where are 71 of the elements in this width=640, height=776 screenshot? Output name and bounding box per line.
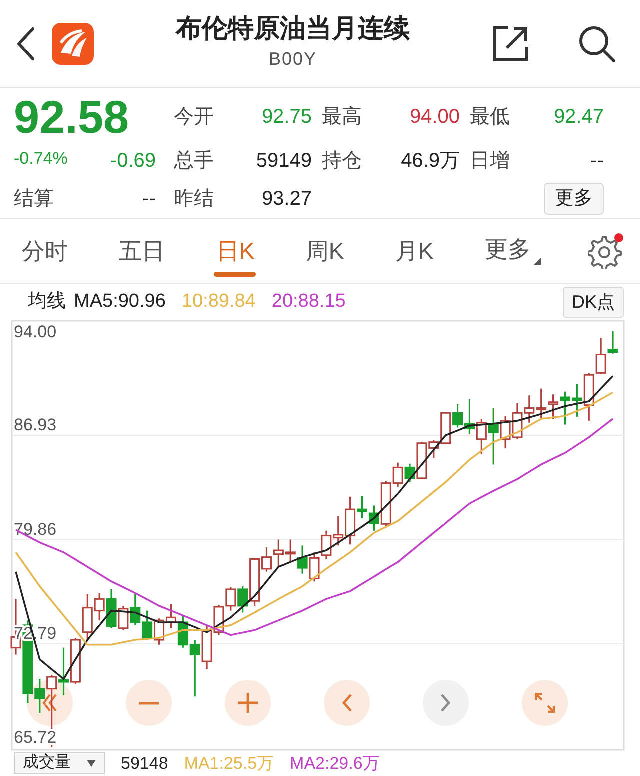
volume-value: 59148 — [121, 754, 168, 772]
candlestick — [226, 588, 236, 611]
settings-icon[interactable] — [588, 233, 624, 269]
search-icon[interactable] — [578, 24, 616, 62]
candlestick — [166, 604, 176, 628]
caret-icon — [87, 760, 96, 766]
indicator-select[interactable]: 成交量 — [14, 752, 105, 774]
chart-tab[interactable]: 周K — [302, 229, 348, 273]
volume-ma-value: MA1:25.5万 — [184, 754, 274, 772]
field-value: -- — [142, 187, 156, 212]
legend-value: 20:88.15 — [272, 290, 346, 314]
candlestick — [548, 394, 559, 420]
axis-label: 79.86 — [14, 520, 57, 539]
candlestick — [130, 593, 141, 626]
candlestick — [142, 610, 153, 640]
candlestick — [524, 396, 535, 423]
field-value: -- — [590, 149, 604, 174]
expand-icon — [535, 693, 555, 713]
dropdown-triangle-icon — [534, 258, 541, 264]
change-percent: -0.74% — [14, 148, 68, 170]
field-label: 结算 — [14, 187, 54, 212]
candlestick — [70, 638, 81, 684]
field-value: 92.75 — [260, 105, 312, 130]
field-value: 46.9万 — [400, 149, 460, 174]
field-label: 总手 — [173, 149, 215, 174]
field-value: 94.00 — [408, 105, 460, 130]
dk-point-button[interactable]: DK点 — [562, 286, 624, 318]
candlestick — [285, 540, 296, 562]
more-button[interactable]: 更多 — [544, 182, 604, 216]
zoom-in-button[interactable] — [225, 680, 271, 726]
field-value: 59149 — [255, 149, 312, 174]
field-label: 今开 — [173, 105, 215, 130]
page-title: 布伦特原油当月连续 — [176, 14, 410, 42]
candlestick — [560, 392, 570, 425]
plus-icon — [238, 693, 258, 713]
candlestick — [536, 388, 547, 420]
previous-button[interactable] — [324, 680, 370, 726]
app-logo-icon — [52, 22, 94, 64]
chart-tab[interactable]: 五日 — [115, 229, 170, 273]
double-chevron-left-icon — [42, 694, 58, 712]
candlestick — [309, 552, 320, 582]
chart-tab[interactable]: 月K — [391, 229, 438, 273]
volume-ma-value: MA2:29.6万 — [290, 754, 380, 772]
chevron-right-icon — [441, 694, 451, 712]
last-price: 92.58 — [14, 94, 130, 140]
symbol-code: B00Y — [268, 48, 318, 72]
field-label: 持仓 — [321, 149, 363, 174]
candlestick — [273, 540, 284, 568]
legend-label: 均线 — [28, 290, 66, 314]
field-value: 92.47 — [552, 105, 604, 130]
minus-icon — [139, 702, 159, 704]
field-label: 日增 — [469, 149, 511, 174]
share-icon[interactable] — [492, 24, 530, 62]
field-value: 93.27 — [260, 187, 312, 212]
candlestick — [321, 530, 332, 560]
chart-tab[interactable]: 分时 — [18, 229, 72, 273]
legend-value: 10:89.84 — [182, 290, 256, 314]
fullscreen-button[interactable] — [522, 680, 568, 726]
candlestick — [154, 618, 165, 645]
field-label: 最低 — [469, 105, 511, 130]
change-value: -0.69 — [110, 149, 156, 174]
candlestick — [297, 546, 308, 574]
back-icon[interactable] — [16, 26, 36, 60]
chart-tab[interactable]: 更多 — [480, 229, 545, 273]
chevron-left-icon — [342, 694, 352, 712]
axis-label: 86.93 — [14, 416, 57, 435]
axis-label: 94.00 — [14, 322, 57, 342]
candlestick — [512, 403, 523, 440]
field-label: 最高 — [321, 105, 363, 130]
field-label: 昨结 — [173, 187, 215, 212]
legend-value: MA5:90.96 — [74, 290, 166, 314]
